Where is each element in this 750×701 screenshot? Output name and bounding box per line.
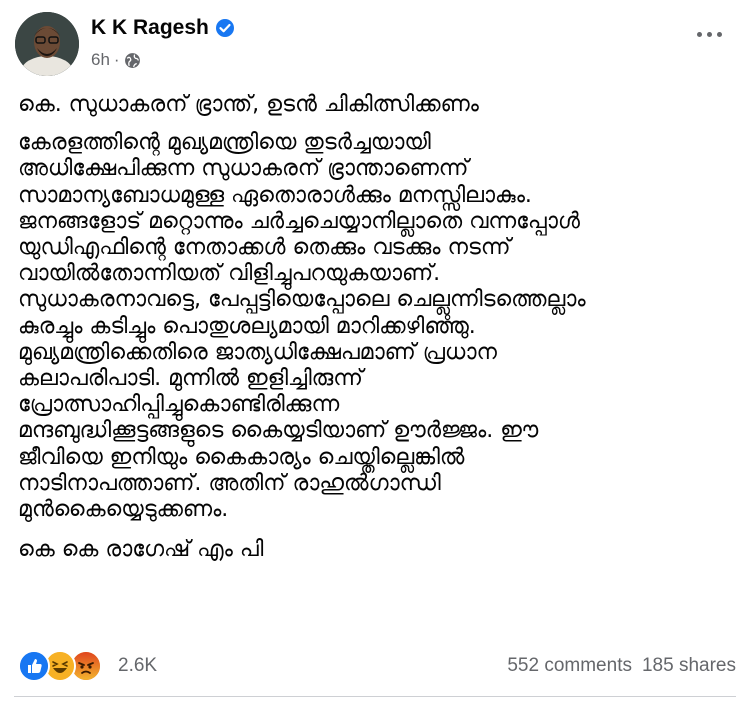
comments-count[interactable]: 552 comments	[507, 655, 632, 677]
footer-divider	[14, 696, 736, 697]
post-body-line: യുഡിഎഫിന്റെ നേതാക്കൾ തെക്കും വടക്കും നടന…	[18, 235, 511, 261]
post-footer: 2.6K 552 comments 185 shares	[0, 646, 750, 686]
reaction-count[interactable]: 2.6K	[118, 655, 157, 677]
post-body-line: കലാപരിപാടി. മുന്നിൽ ഇളിച്ചിരുന്ന്	[18, 366, 363, 392]
post-body-line: പ്രോത്സാഹിപ്പിച്ചുകൊണ്ടിരിക്കുന്ന	[18, 392, 340, 418]
meta-separator: ·	[113, 50, 120, 69]
post-stats: 552 comments 185 shares	[507, 655, 736, 677]
author-name[interactable]: K K Ragesh	[91, 16, 209, 40]
like-reaction-icon	[18, 650, 50, 682]
post-body-line: കുരച്ചും കടിച്ചും പൊതുശല്യമായി മാറിക്കഴി…	[18, 313, 476, 339]
post-body-line: ജനങ്ങളോട് മറ്റൊന്നും ചർച്ചചെയ്യാനില്ലാതെ…	[18, 208, 580, 234]
reactions-summary[interactable]	[18, 650, 102, 682]
shares-count[interactable]: 185 shares	[642, 655, 736, 677]
post-body-line: വായിൽതോന്നിയത് വിളിച്ചുപറയുകയാണ്.	[18, 261, 441, 287]
post-timestamp[interactable]: 6h	[91, 50, 110, 70]
post-body-line: നാടിനാപത്താണ്. അതിന് രാഹുൽഗാന്ധി	[18, 470, 441, 496]
more-options-icon[interactable]	[697, 32, 722, 37]
post-body-line: മുഖ്യമന്ത്രിക്കെതിരെ ജാത്യധിക്ഷേപമാണ് പ്…	[18, 339, 497, 365]
post-meta: 6h ·	[91, 50, 141, 70]
post-body-line: സുധാകരനാവട്ടെ, പേപ്പട്ടിയെപ്പോലെ ചെല്ലുന…	[18, 287, 586, 313]
verified-badge-icon	[215, 19, 234, 37]
globe-icon	[124, 52, 140, 68]
author: K K Ragesh	[91, 16, 235, 40]
post-body: കേരളത്തിന്റെ മുഖ്യമന്ത്രിയെ തുടർച്ചയായി …	[18, 130, 738, 523]
post-body-line: മുൻകൈയ്യെടുക്കണം.	[18, 497, 229, 523]
post-content: കെ. സുധാകരന് ഭ്രാന്ത്, ഉടൻ ചികിത്സിക്കണം…	[18, 92, 738, 563]
avatar[interactable]	[15, 12, 79, 76]
post-body-line: കേരളത്തിന്റെ മുഖ്യമന്ത്രിയെ തുടർച്ചയായി	[18, 130, 431, 156]
post-signature: കെ കെ രാഗേഷ് എം പി	[18, 537, 264, 563]
post-body-line: മന്ദബുദ്ധിക്കൂട്ടങ്ങളുടെ കൈയ്യടിയാണ് ഊർജ…	[18, 418, 539, 444]
post-body-line: അധിക്ഷേപിക്കുന്ന സുധാകരന് ഭ്രാന്താണെന്ന്	[18, 156, 469, 182]
post-body-line: സാമാന്യബോധമുള്ള ഏതൊരാൾക്കും മനസ്സിലാകും.	[18, 182, 532, 208]
post-body-line: ജീവിയെ ഇനിയും കൈകാര്യം ചെയ്തില്ലെങ്കിൽ	[18, 444, 465, 470]
post-title: കെ. സുധാകരന് ഭ്രാന്ത്, ഉടൻ ചികിത്സിക്കണം	[18, 92, 479, 117]
post-header: K K Ragesh 6h ·	[0, 0, 750, 90]
